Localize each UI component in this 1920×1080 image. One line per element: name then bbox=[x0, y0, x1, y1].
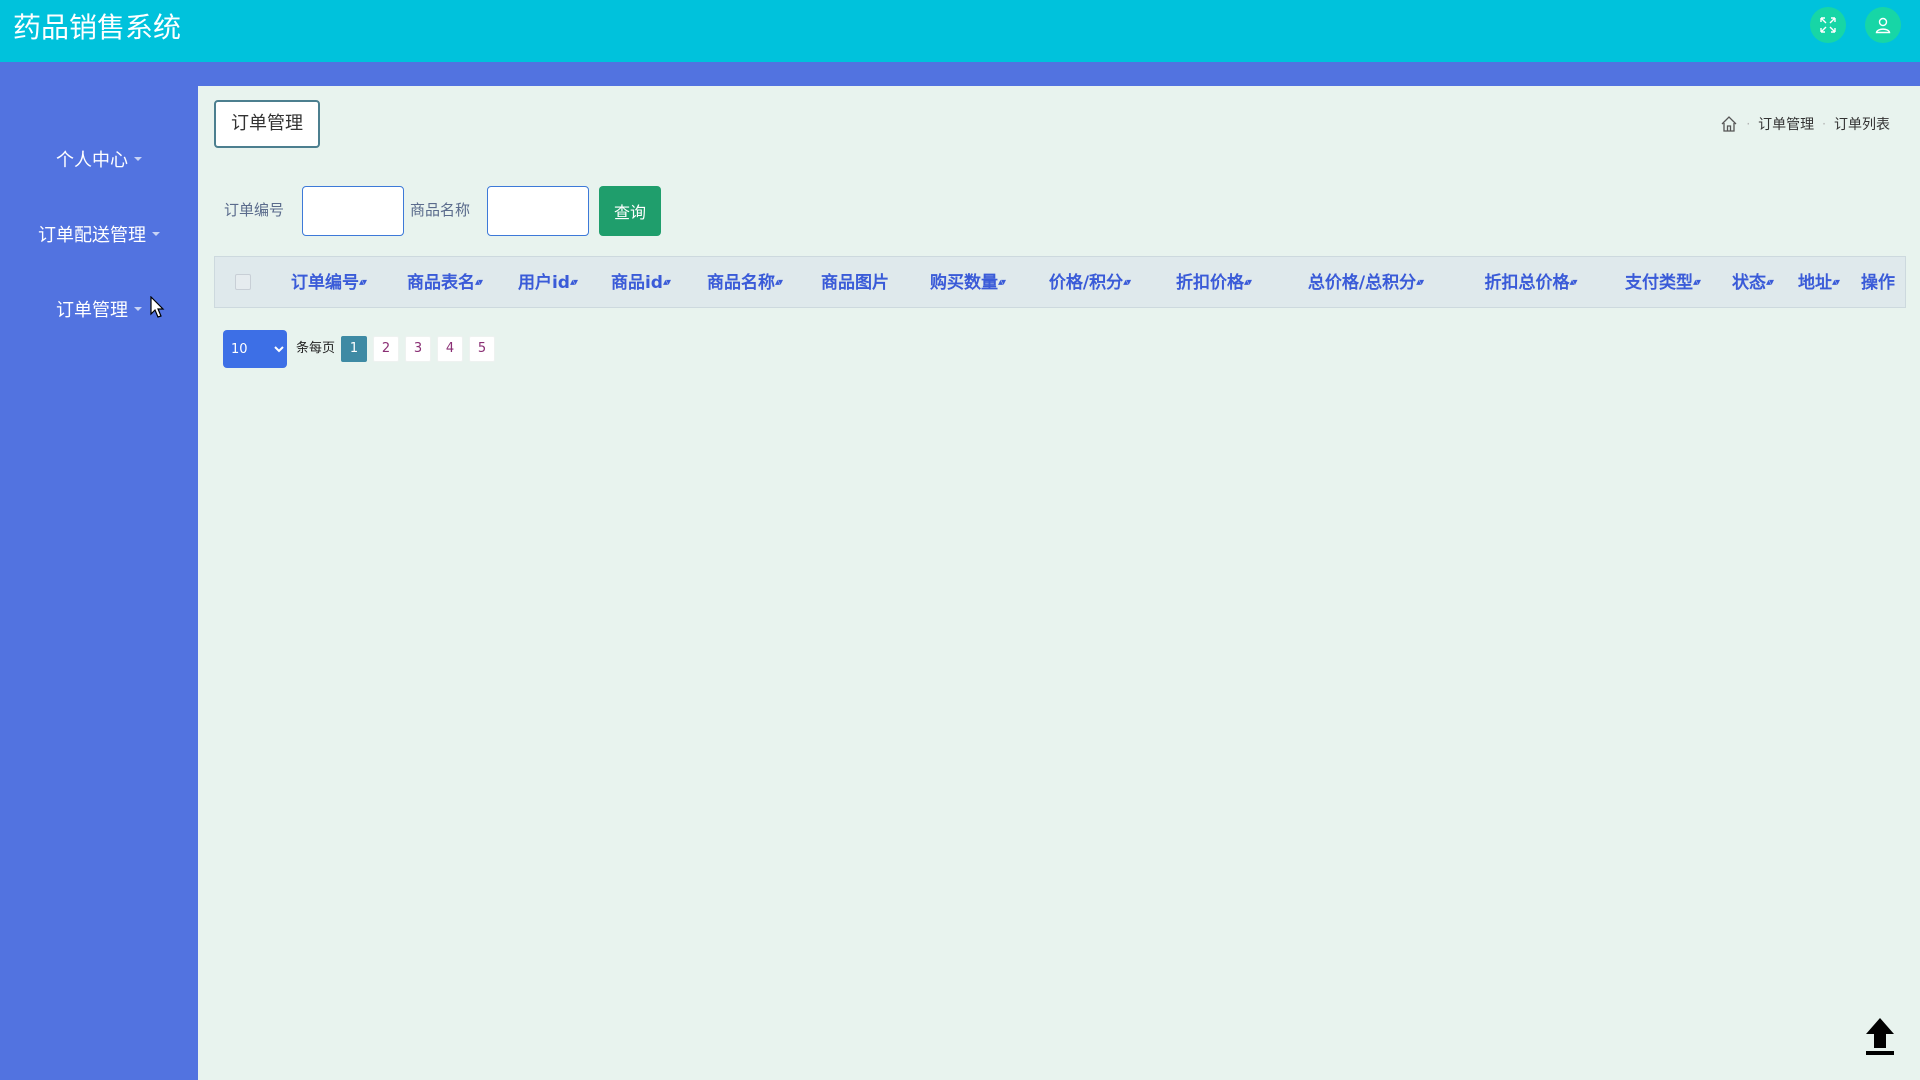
column-header[interactable]: 订单编号▴▾ bbox=[291, 257, 367, 309]
breadcrumb-item: 订单列表 bbox=[1834, 117, 1890, 133]
column-header[interactable]: 折扣总价格▴▾ bbox=[1484, 257, 1577, 309]
sidebar-item-order-management[interactable]: 订单管理 bbox=[0, 291, 198, 331]
page-button[interactable]: 2 bbox=[373, 336, 399, 362]
sort-icon: ▴▾ bbox=[1416, 277, 1424, 288]
per-page-label: 条每页 bbox=[296, 341, 336, 356]
order-no-input[interactable] bbox=[302, 186, 404, 236]
column-header[interactable]: 购买数量▴▾ bbox=[930, 257, 1006, 309]
breadcrumb-separator: · bbox=[1746, 117, 1751, 131]
main-content: 订单管理 · 订单管理 · 订单列表 订单编号 商品名称 查询 订单编号▴▾ 商… bbox=[198, 86, 1920, 1080]
sort-icon: ▴▾ bbox=[358, 277, 367, 288]
column-header[interactable]: 商品表名▴▾ bbox=[407, 257, 483, 309]
column-header[interactable]: 价格/积分▴▾ bbox=[1049, 257, 1131, 309]
column-header[interactable]: 总价格/总积分▴▾ bbox=[1308, 257, 1424, 309]
column-header[interactable]: 状态▴▾ bbox=[1732, 257, 1774, 309]
page-button[interactable]: 3 bbox=[405, 336, 431, 362]
sort-icon: ▴▾ bbox=[1831, 277, 1840, 288]
app-title: 药品销售系统 bbox=[13, 11, 182, 44]
fullscreen-icon[interactable] bbox=[1810, 7, 1846, 43]
column-header: 操作 bbox=[1861, 273, 1895, 293]
column-header[interactable]: 用户id▴▾ bbox=[518, 257, 578, 309]
product-name-input[interactable] bbox=[487, 186, 589, 236]
breadcrumb: · 订单管理 · 订单列表 bbox=[1720, 114, 1890, 134]
sort-icon: ▴▾ bbox=[1123, 277, 1131, 288]
page-button[interactable]: 4 bbox=[437, 336, 463, 362]
breadcrumb-separator: · bbox=[1822, 117, 1826, 131]
sidebar-item-label: 个人中心 bbox=[56, 150, 128, 171]
page-title-button[interactable]: 订单管理 bbox=[214, 100, 320, 148]
sort-icon: ▴▾ bbox=[997, 277, 1006, 288]
sidebar-item-label: 订单配送管理 bbox=[38, 225, 146, 246]
sort-icon: ▴▾ bbox=[474, 277, 483, 288]
column-header[interactable]: 商品名称▴▾ bbox=[707, 257, 783, 309]
breadcrumb-item[interactable]: 订单管理 bbox=[1758, 114, 1814, 134]
sort-icon: ▴▾ bbox=[1692, 277, 1701, 288]
sidebar: 个人中心 订单配送管理 订单管理 bbox=[0, 62, 198, 1080]
back-to-top-icon[interactable] bbox=[1858, 1014, 1902, 1058]
sort-icon: ▴▾ bbox=[1765, 277, 1774, 288]
page-size-select[interactable]: 10 bbox=[223, 330, 287, 368]
column-header[interactable]: 商品id▴▾ bbox=[611, 257, 671, 309]
user-icon[interactable] bbox=[1865, 7, 1901, 43]
select-all-checkbox[interactable] bbox=[235, 274, 251, 290]
caret-down-icon bbox=[152, 232, 160, 236]
sidebar-item-label: 订单管理 bbox=[56, 300, 128, 321]
caret-down-icon bbox=[134, 157, 142, 161]
sort-icon: ▴▾ bbox=[774, 277, 783, 288]
column-header[interactable]: 支付类型▴▾ bbox=[1625, 257, 1701, 309]
sidebar-item-personal-center[interactable]: 个人中心 bbox=[0, 141, 198, 181]
sort-icon: ▴▾ bbox=[662, 277, 671, 288]
column-header: 商品图片 bbox=[821, 273, 889, 293]
top-header: 药品销售系统 bbox=[0, 0, 1920, 62]
sort-icon: ▴▾ bbox=[1243, 277, 1252, 288]
mouse-cursor-icon bbox=[150, 296, 165, 318]
table-header: 订单编号▴▾ 商品表名▴▾ 用户id▴▾ 商品id▴▾ 商品名称▴▾ 商品图片 … bbox=[214, 256, 1906, 308]
sidebar-item-delivery-management[interactable]: 订单配送管理 bbox=[0, 216, 198, 256]
order-no-label: 订单编号 bbox=[224, 201, 285, 219]
sort-icon: ▴▾ bbox=[569, 277, 578, 288]
column-header[interactable]: 地址▴▾ bbox=[1798, 257, 1840, 309]
query-button[interactable]: 查询 bbox=[599, 186, 661, 236]
page-button[interactable]: 5 bbox=[469, 336, 495, 362]
product-name-label: 商品名称 bbox=[410, 201, 471, 219]
column-header[interactable]: 折扣价格▴▾ bbox=[1176, 257, 1252, 309]
caret-down-icon bbox=[134, 307, 142, 311]
page-button[interactable]: 1 bbox=[341, 336, 367, 362]
home-icon[interactable] bbox=[1720, 115, 1738, 133]
sort-icon: ▴▾ bbox=[1569, 277, 1577, 288]
